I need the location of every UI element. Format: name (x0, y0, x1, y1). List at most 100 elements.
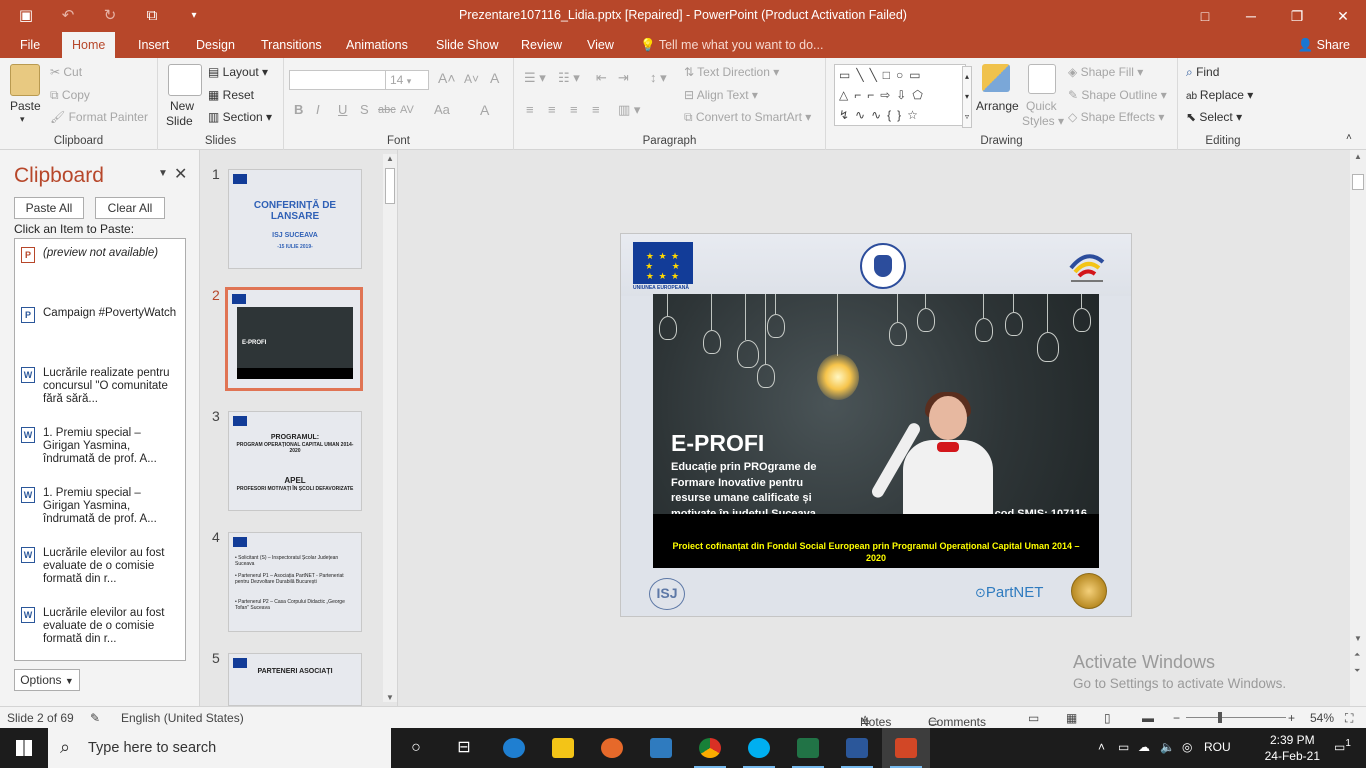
restore-button[interactable]: ❐ (1274, 0, 1320, 32)
tab-file[interactable]: File (10, 32, 50, 58)
select-button[interactable]: ⬉ Select ▾ (1186, 110, 1242, 124)
next-slide-icon[interactable]: ⏷ (1354, 666, 1360, 676)
clipboard-item[interactable]: W 1. Premiu special – Girigan Yasmina, î… (19, 423, 183, 479)
word-icon[interactable] (833, 728, 881, 768)
share-button[interactable]: 👤 Share (1298, 32, 1350, 58)
decrease-indent-button[interactable]: ⇤ (596, 70, 607, 86)
options-button[interactable]: Options ▼ (14, 669, 80, 691)
quick-styles-button-line2[interactable]: Styles ▾ (1022, 114, 1064, 128)
action-center-icon[interactable]: ▭1 (1334, 738, 1351, 754)
zoom-slider[interactable] (1186, 712, 1286, 723)
cortana-icon[interactable]: ○ (392, 728, 440, 768)
zoom-level[interactable]: 54% (1310, 711, 1334, 725)
font-size-box[interactable]: 14 ▾ (385, 70, 429, 90)
zoom-out-button[interactable]: − (1173, 711, 1180, 725)
shape-outline-button[interactable]: ✎ Shape Outline ▾ (1068, 88, 1167, 102)
find-button[interactable]: ⌕ Find (1186, 65, 1219, 80)
increase-indent-button[interactable]: ⇥ (618, 70, 629, 86)
shape-fill-button[interactable]: ◈ Shape Fill ▾ (1068, 65, 1143, 79)
section-button[interactable]: ▥ Section ▾ (208, 110, 272, 124)
tell-me-box[interactable]: 💡 Tell me what you want to do... (640, 32, 823, 58)
clipboard-item[interactable]: W Lucrările elevilor au fost evaluate de… (19, 543, 183, 599)
layout-button[interactable]: ▤ Layout ▾ (208, 65, 268, 79)
tab-insert[interactable]: Insert (128, 32, 179, 58)
align-center-button[interactable]: ≡ (548, 102, 556, 117)
align-left-button[interactable]: ≡ (526, 102, 534, 117)
clipboard-item[interactable]: W Lucrările realizate pentru concursul "… (19, 363, 183, 419)
scrollbar-thumb[interactable] (385, 168, 395, 204)
tab-home[interactable]: Home (62, 32, 116, 58)
tab-view[interactable]: View (577, 32, 624, 58)
pane-options-icon[interactable]: ▼ (158, 168, 168, 179)
arrange-button[interactable]: Arrange (976, 99, 1019, 113)
start-button[interactable] (0, 728, 48, 768)
tab-review[interactable]: Review (511, 32, 572, 58)
footer-text[interactable]: Proiect cofinanțat din Fondul Social Eur… (663, 540, 1089, 564)
shadow-button[interactable]: S (360, 102, 369, 117)
bullets-button[interactable]: ☰ ▾ (524, 70, 546, 86)
new-slide-button[interactable]: New (170, 99, 194, 113)
powerpoint-icon[interactable] (882, 728, 930, 768)
firefox-icon[interactable] (588, 728, 636, 768)
spell-check-icon[interactable]: ✎ (90, 711, 100, 725)
font-color-button[interactable]: A (480, 102, 489, 118)
scrollbar-thumb[interactable] (1352, 174, 1364, 190)
change-case-button[interactable]: Aa (434, 102, 450, 117)
clipboard-item[interactable]: P Campaign #PovertyWatch (19, 303, 183, 359)
shrink-font-button[interactable]: A˅ (464, 72, 479, 86)
shape-effects-button[interactable]: ◇ Shape Effects ▾ (1068, 110, 1164, 124)
scroll-down-icon[interactable]: ▼ (386, 693, 394, 702)
collapse-ribbon-icon[interactable]: ˄ (1346, 132, 1352, 143)
minimize-button[interactable]: ─ (1228, 0, 1274, 32)
clipboard-item[interactable]: W Lucrările elevilor au fost evaluate de… (19, 603, 183, 659)
tab-animations[interactable]: Animations (336, 32, 418, 58)
character-spacing-button[interactable]: AV (400, 104, 414, 116)
current-slide[interactable]: ★ ★ ★ ★ ★ ★ ★ ★ UNIUNEA EUROPEANĂ E-PROF… (620, 233, 1132, 617)
clock[interactable]: 2:39 PM 24-Feb-21 (1265, 732, 1320, 764)
underline-button[interactable]: U (338, 102, 347, 117)
slideshow-view-icon[interactable]: ▬ (1142, 711, 1154, 725)
slide-sorter-icon[interactable]: ▦ (1066, 711, 1077, 725)
bold-button[interactable]: B (294, 102, 303, 117)
tab-design[interactable]: Design (186, 32, 245, 58)
line-spacing-button[interactable]: ↕ ▾ (650, 70, 667, 86)
columns-button[interactable]: ▥ ▾ (618, 102, 640, 118)
clear-all-button[interactable]: Clear All (95, 197, 165, 219)
language-indicator[interactable]: ROU (1204, 740, 1231, 754)
scroll-down-icon[interactable]: ▼ (1354, 634, 1362, 643)
slide-subtitle[interactable]: Educație prin PROgrame de Formare Inovat… (671, 460, 831, 522)
thumbnails-scrollbar[interactable]: ▲ ▼ (383, 154, 397, 702)
grow-font-button[interactable]: A˄ (438, 70, 456, 86)
align-text-button[interactable]: ⊟ Align Text ▾ (684, 88, 758, 102)
battery-icon[interactable]: ▭ (1118, 740, 1129, 754)
chrome-icon[interactable] (686, 728, 734, 768)
replace-button[interactable]: ab Replace ▾ (1186, 88, 1253, 102)
reading-view-icon[interactable]: ▯ (1104, 711, 1111, 725)
tab-transitions[interactable]: Transitions (251, 32, 332, 58)
zoom-in-button[interactable]: + (1288, 711, 1295, 725)
previous-slide-icon[interactable]: ⏶ (1354, 650, 1360, 660)
fit-slide-icon[interactable]: ⛶ (1345, 711, 1353, 726)
network-icon[interactable]: ◎ (1182, 740, 1192, 754)
close-pane-icon[interactable]: ✕ (174, 164, 187, 184)
slide-scrollbar[interactable]: ▲ ▼ ⏶ ⏷ (1350, 150, 1366, 706)
project-icon[interactable] (784, 728, 832, 768)
italic-button[interactable]: I (316, 102, 320, 117)
copy-button[interactable]: ⧉ Copy (50, 88, 90, 103)
volume-icon[interactable]: 🔈 (1160, 740, 1175, 754)
mail-icon[interactable] (637, 728, 685, 768)
slide-thumbnail-4[interactable]: • Solicitant (S) – Inspectoratul Școlar … (228, 532, 362, 632)
shapes-gallery-scroll[interactable]: ▴ ▾ ▿ (962, 66, 972, 128)
ribbon-display-options-icon[interactable]: □ (1182, 0, 1228, 32)
align-right-button[interactable]: ≡ (570, 102, 578, 117)
slide-thumbnail-5[interactable]: PARTENERI ASOCIAȚI (228, 653, 362, 706)
paste-button[interactable]: Paste (10, 99, 41, 113)
format-painter-button[interactable]: 🖌 Format Painter (50, 110, 148, 124)
scroll-up-icon[interactable]: ▲ (386, 154, 394, 163)
slide-thumbnail-3[interactable]: PROGRAMUL: PROGRAM OPERAȚIONAL CAPITAL U… (228, 411, 362, 511)
slide-thumbnail-2[interactable]: E-PROFI (225, 287, 363, 391)
file-explorer-icon[interactable] (539, 728, 587, 768)
normal-view-icon[interactable]: ▭ (1028, 711, 1039, 725)
shapes-gallery[interactable]: ▭╲╲□○▭ △⌐⌐⇨⇩⬠ ↯∿∿{}☆ (834, 64, 966, 126)
close-button[interactable]: ✕ (1320, 0, 1366, 32)
